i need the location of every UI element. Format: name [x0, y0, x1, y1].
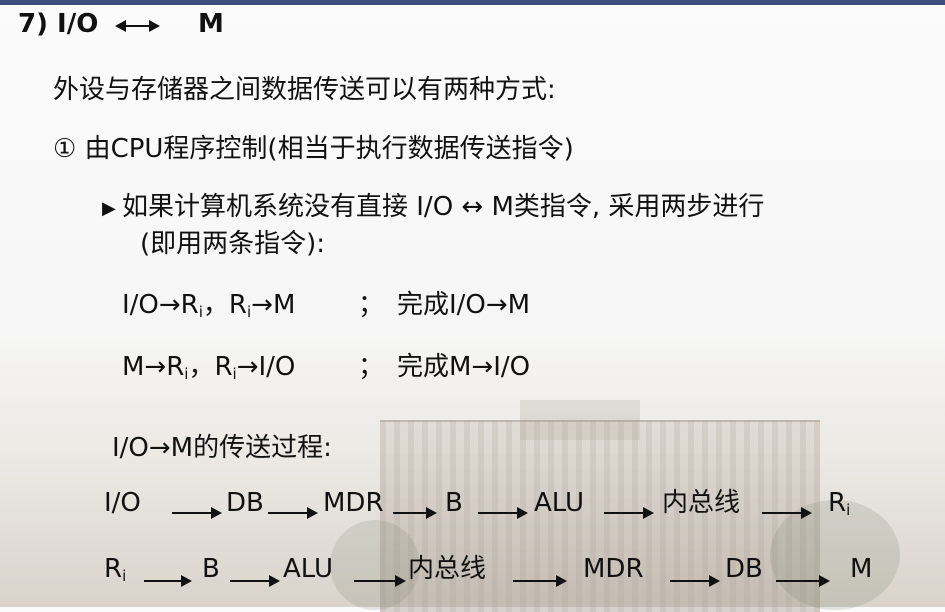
bullet-line-2: (即用两条指令): — [140, 229, 326, 259]
row-2-semicolon: ； — [358, 352, 385, 382]
double-arrow-back-head-icon — [115, 20, 126, 32]
flow-1-node: Ri — [828, 488, 850, 525]
flow-arrow-icon — [230, 575, 280, 587]
bullet-marker-icon: ▶ — [102, 198, 116, 219]
process-title: I/O→M的传送过程: — [112, 433, 332, 463]
flow-2-node-r-sub: i — [122, 567, 127, 585]
background-tree — [330, 520, 420, 610]
row-2-mid: ，R — [188, 352, 233, 382]
flow-arrow-icon — [776, 575, 830, 587]
flow-arrow-icon — [393, 507, 437, 519]
bullet-line-1: 如果计算机系统没有直接 I/O ↔ M类指令, 采用两步进行 — [122, 192, 765, 222]
row-1-part-a: I/O→R — [122, 290, 199, 320]
flow-arrow-icon — [354, 575, 406, 587]
flow-arrow-icon — [268, 507, 318, 519]
flow-arrow-icon — [604, 507, 654, 519]
instruction-row-1: I/O→Ri，Ri→M — [122, 290, 295, 327]
row-2-comment: 完成M→I/O — [397, 352, 531, 382]
intro-text: 外设与存储器之间数据传送可以有两种方式: — [53, 75, 556, 105]
flow-2-node: Ri — [104, 554, 126, 591]
row-2-part-a: M→R — [122, 352, 185, 382]
flow-1-node-r-sub: i — [846, 501, 851, 519]
title-text: 7) I/O — [18, 9, 99, 39]
title-target: M — [198, 9, 224, 39]
flow-2-node: 内总线 — [408, 554, 487, 584]
top-accent-bar — [0, 0, 945, 5]
flow-arrow-icon — [762, 507, 812, 519]
flow-1-node-r: R — [828, 488, 847, 518]
flow-1-node: ALU — [534, 488, 585, 518]
instruction-row-2: M→Ri，Ri→I/O — [122, 352, 295, 389]
flow-arrow-icon — [172, 507, 222, 519]
flow-arrow-icon — [144, 575, 192, 587]
flow-1-node: 内总线 — [662, 488, 741, 518]
slide-title: 7) I/O — [18, 9, 98, 39]
row-1-mid: ，R — [202, 290, 247, 320]
flow-2-node: ALU — [283, 554, 334, 584]
flow-2-node: B — [202, 554, 220, 584]
flow-1-node: MDR — [323, 488, 384, 518]
row-1-semicolon: ； — [358, 290, 385, 320]
row-1-comment: 完成I/O→M — [397, 290, 531, 320]
flow-2-node: M — [850, 554, 873, 584]
flow-1-node: DB — [226, 488, 264, 518]
flow-1-node: B — [445, 488, 463, 518]
method-1-text: ① 由CPU程序控制(相当于执行数据传送指令) — [53, 134, 574, 164]
flow-2-node: DB — [725, 554, 763, 584]
flow-2-node-r: R — [104, 554, 123, 584]
row-2-part-b: →I/O — [236, 352, 296, 382]
row-1-part-b: →M — [251, 290, 296, 320]
flow-1-node: I/O — [104, 488, 141, 518]
flow-arrow-icon — [670, 575, 720, 587]
flow-2-node: MDR — [583, 554, 644, 584]
flow-arrow-icon — [478, 507, 528, 519]
flow-arrow-icon — [513, 575, 567, 587]
